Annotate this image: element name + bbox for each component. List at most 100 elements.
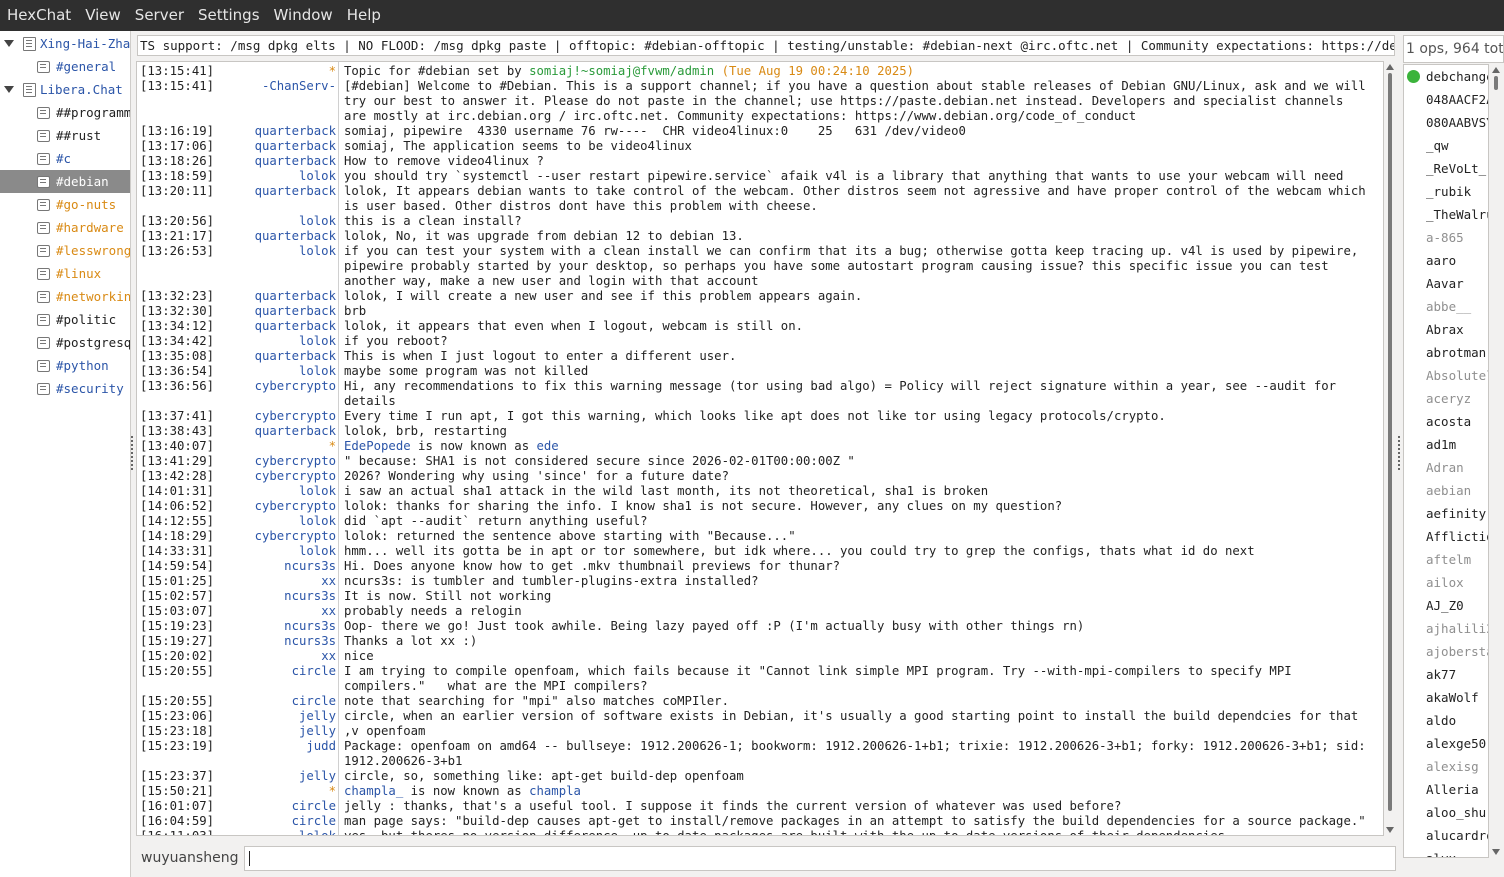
nick-label[interactable]: judd	[210, 739, 344, 769]
left-pane-resize-handle[interactable]	[131, 436, 135, 470]
user-list-item[interactable]: _ReVoLt_	[1404, 157, 1488, 180]
user-list-scrollbar-thumb[interactable]	[1494, 76, 1498, 90]
user-list-item[interactable]: ailox	[1404, 571, 1488, 594]
nick-label[interactable]: lolok	[210, 214, 344, 229]
nick-label[interactable]: circle	[210, 814, 344, 829]
nick-label[interactable]: xx	[210, 574, 344, 589]
user-list-scrollbar[interactable]	[1489, 64, 1503, 858]
scroll-up-arrow-icon[interactable]	[1386, 64, 1394, 70]
channel-item[interactable]: #debian	[0, 170, 130, 193]
menu-server[interactable]: Server	[128, 0, 191, 31]
expander-arrow-icon[interactable]	[4, 40, 14, 47]
nick-label[interactable]: xx	[210, 649, 344, 664]
nick-label[interactable]: cybercrypto	[210, 499, 344, 514]
channel-item[interactable]: #go-nuts	[0, 193, 130, 216]
user-list-item[interactable]: debchange	[1404, 65, 1488, 88]
nick-label[interactable]: lolok	[210, 829, 344, 835]
scroll-down-arrow-icon[interactable]	[1386, 827, 1394, 833]
user-list-item[interactable]: aaro	[1404, 249, 1488, 272]
channel-item[interactable]: #hardware	[0, 216, 130, 239]
nick-label[interactable]: quarterback	[210, 424, 344, 439]
topic-bar[interactable]: TS support: /msg dpkg elts | NO FLOOD: /…	[137, 35, 1395, 56]
channel-item[interactable]: #postgresq	[0, 331, 130, 354]
right-pane-resize-handle[interactable]	[1398, 436, 1402, 470]
channel-item[interactable]: #politic	[0, 308, 130, 331]
user-list-item[interactable]: Alleria	[1404, 778, 1488, 801]
expander-arrow-icon[interactable]	[4, 86, 14, 93]
user-list-item[interactable]: ak77	[1404, 663, 1488, 686]
nick-label[interactable]: quarterback	[210, 154, 344, 169]
user-list-item[interactable]: acosta	[1404, 410, 1488, 433]
scroll-up-arrow-icon[interactable]	[1492, 67, 1500, 73]
channel-item[interactable]: #lesswrong	[0, 239, 130, 262]
user-list-item[interactable]: 048AACF2A	[1404, 88, 1488, 111]
user-list-item[interactable]: abrotman	[1404, 341, 1488, 364]
channel-item[interactable]: #security	[0, 377, 130, 400]
user-list-item[interactable]: a-865	[1404, 226, 1488, 249]
scroll-down-arrow-icon[interactable]	[1492, 849, 1500, 855]
nick-button[interactable]: wuyuansheng	[136, 846, 238, 870]
user-list-item[interactable]: aldo	[1404, 709, 1488, 732]
channel-item[interactable]: #c	[0, 147, 130, 170]
nick-label[interactable]: ncurs3s	[210, 589, 344, 604]
nick-label[interactable]: *	[210, 784, 344, 799]
user-list-item[interactable]: AJ_Z0	[1404, 594, 1488, 617]
nick-label[interactable]: quarterback	[210, 139, 344, 154]
user-list-item[interactable]: Aavar	[1404, 272, 1488, 295]
menu-hexchat[interactable]: HexChat	[0, 0, 78, 31]
nick-label[interactable]: jelly	[210, 769, 344, 784]
nick-label[interactable]: *	[210, 439, 344, 454]
user-list-item[interactable]: _qw	[1404, 134, 1488, 157]
user-list-item[interactable]: aftelm	[1404, 548, 1488, 571]
nick-label[interactable]: circle	[210, 799, 344, 814]
channel-item[interactable]: #python	[0, 354, 130, 377]
server-item[interactable]: Libera.Chat	[0, 78, 130, 101]
nick-label[interactable]: ncurs3s	[210, 559, 344, 574]
server-item[interactable]: Xing-Hai-Zhar	[0, 32, 130, 55]
nick-label[interactable]: lolok	[210, 514, 344, 529]
nick-label[interactable]: jelly	[210, 724, 344, 739]
nick-label[interactable]: lolok	[210, 169, 344, 184]
nick-label[interactable]: quarterback	[210, 229, 344, 244]
nick-label[interactable]: quarterback	[210, 289, 344, 304]
channel-item[interactable]: #networkin	[0, 285, 130, 308]
nick-label[interactable]: quarterback	[210, 124, 344, 139]
nick-label[interactable]: cybercrypto	[210, 379, 344, 409]
user-list-item[interactable]: akaWolf	[1404, 686, 1488, 709]
nick-label[interactable]: quarterback	[210, 184, 344, 214]
menu-help[interactable]: Help	[340, 0, 388, 31]
menu-settings[interactable]: Settings	[191, 0, 267, 31]
server-channel-tree[interactable]: Xing-Hai-Zhar #general Libera.Chat ##progra…	[0, 31, 131, 877]
user-list-item[interactable]: Abrax	[1404, 318, 1488, 341]
user-list-item[interactable]: _rubik	[1404, 180, 1488, 203]
nick-label[interactable]: cybercrypto	[210, 529, 344, 544]
user-list-item[interactable]: _TheWalru	[1404, 203, 1488, 226]
nick-label[interactable]: cybercrypto	[210, 469, 344, 484]
message-input[interactable]	[244, 846, 1396, 871]
user-list-item[interactable]: Adran	[1404, 456, 1488, 479]
user-list[interactable]: debchange 048AACF2A 080AABVSY _qw _ReVoLt_ _r…	[1403, 64, 1489, 858]
menu-window[interactable]: Window	[267, 0, 340, 31]
user-list-item[interactable]: aebian	[1404, 479, 1488, 502]
user-list-item[interactable]: ajhalili2	[1404, 617, 1488, 640]
user-list-item[interactable]: Absolutel	[1404, 364, 1488, 387]
nick-label[interactable]: lolok	[210, 544, 344, 559]
nick-label[interactable]: lolok	[210, 334, 344, 349]
nick-label[interactable]: *	[210, 64, 344, 79]
nick-label[interactable]: -ChanServ-	[210, 79, 344, 124]
channel-item[interactable]: ##rust	[0, 124, 130, 147]
nick-label[interactable]: quarterback	[210, 349, 344, 364]
nick-label[interactable]: lolok	[210, 364, 344, 379]
nick-label[interactable]: ncurs3s	[210, 634, 344, 649]
channel-item[interactable]: #general	[0, 55, 130, 78]
nick-label[interactable]: circle	[210, 694, 344, 709]
user-list-item[interactable]: alexge50	[1404, 732, 1488, 755]
nick-label[interactable]: circle	[210, 664, 344, 694]
user-list-item[interactable]: aefinity	[1404, 502, 1488, 525]
chat-scrollbar[interactable]	[1384, 61, 1396, 836]
user-list-item[interactable]: alucardro	[1404, 824, 1488, 847]
nick-label[interactable]: lolok	[210, 484, 344, 499]
user-list-item[interactable]: 080AABVSY	[1404, 111, 1488, 134]
nick-label[interactable]: quarterback	[210, 319, 344, 334]
chat-scrollbar-thumb[interactable]	[1388, 73, 1392, 811]
